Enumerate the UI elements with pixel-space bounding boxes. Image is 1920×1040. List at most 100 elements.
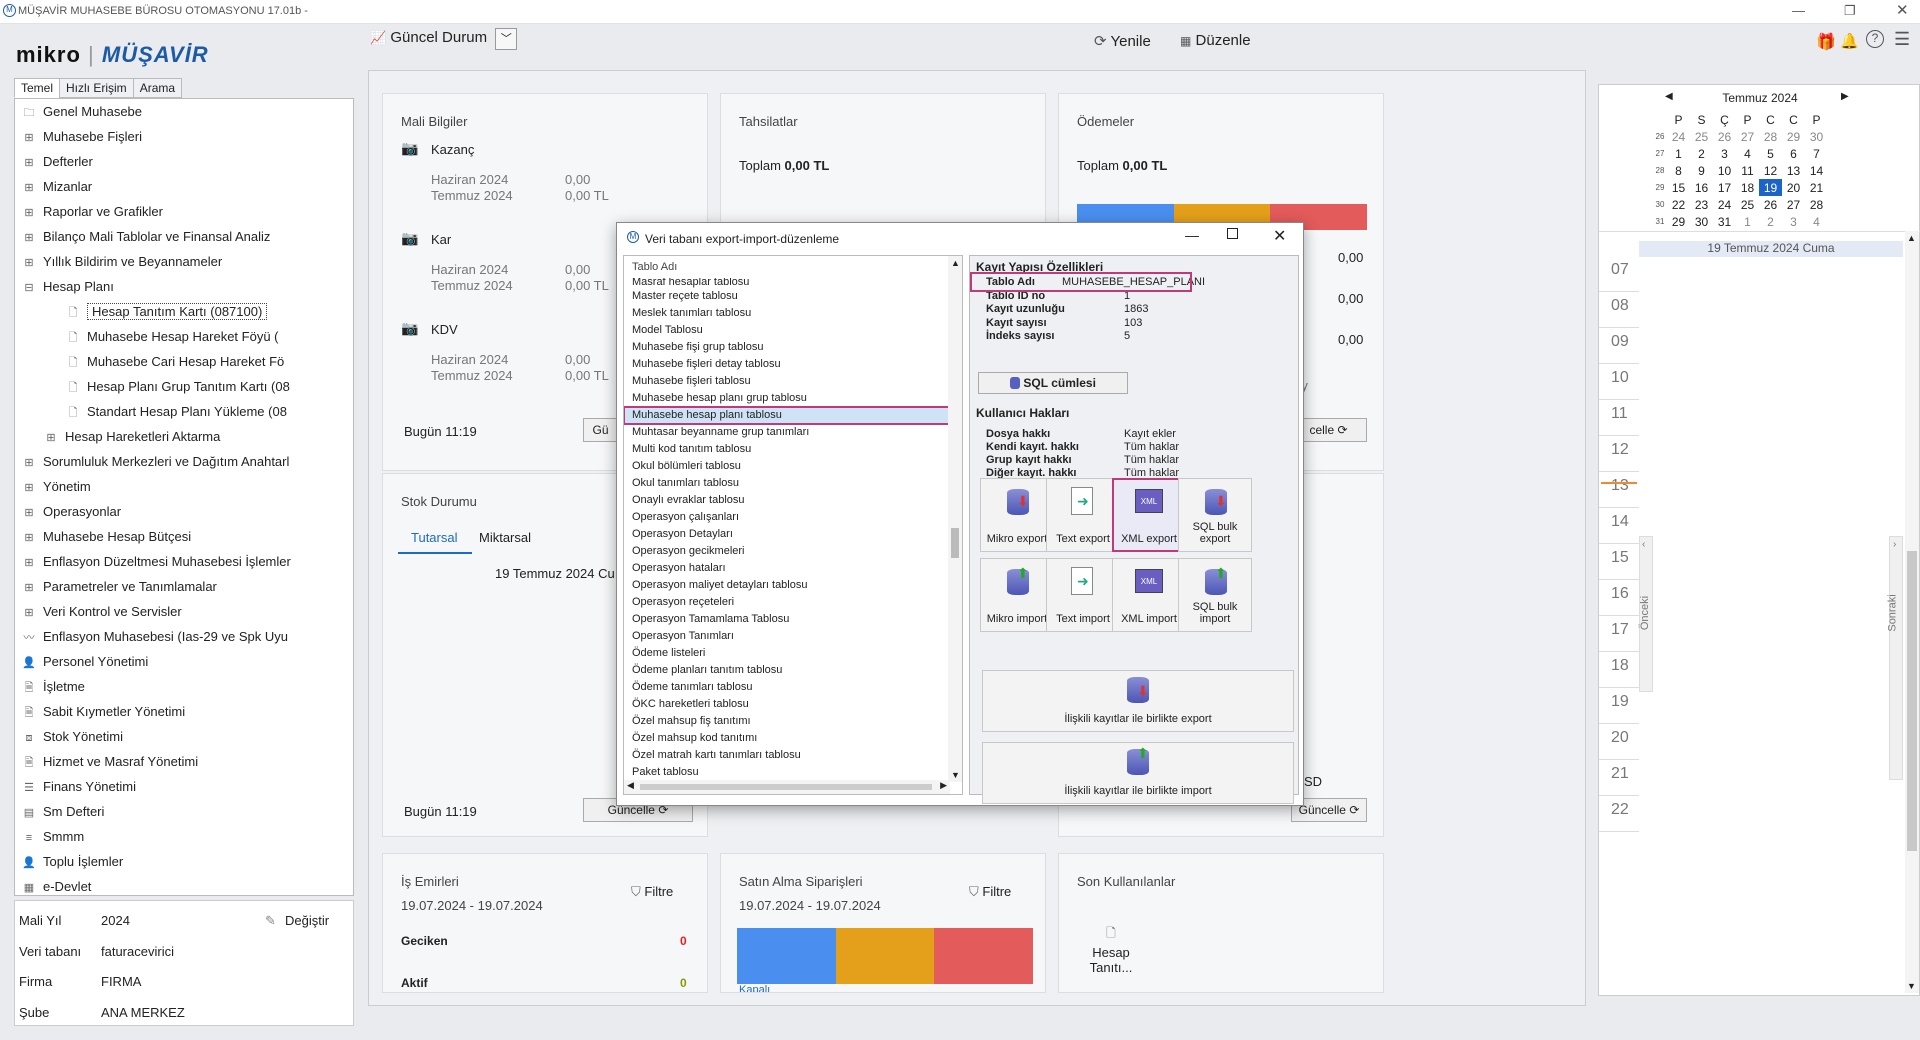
tree-item[interactable]: ☰ Finans Yönetimi	[15, 774, 353, 799]
calendar-day[interactable]: 28	[1805, 196, 1828, 213]
table-list-item[interactable]: Muhtasar beyanname grup tanımları	[624, 424, 962, 441]
minimize-icon[interactable]: —	[1185, 227, 1199, 243]
recent-item[interactable]: 🗋 Hesap Tanıtı...	[1081, 924, 1141, 975]
table-list-item[interactable]: Operasyon hataları	[624, 560, 962, 577]
tree-item[interactable]: 🗎 Hizmet ve Masraf Yönetimi	[15, 749, 353, 774]
tree-item[interactable]: ⧈ Stok Yönetimi	[15, 724, 353, 749]
calendar-day[interactable]: 4	[1736, 145, 1759, 162]
tree-item[interactable]: ⊞ Enflasyon Düzeltmesi Muhasebesi İşlemle…	[15, 549, 353, 574]
tree-item[interactable]: ⊞ Veri Kontrol ve Servisler	[15, 599, 353, 624]
mikro-import-button[interactable]: ⬆ Mikro import	[980, 558, 1054, 632]
tree-item[interactable]: 🗎 Sabit Kıymetler Yönetimi	[15, 699, 353, 724]
table-list-item[interactable]: Multi kod tanıtım tablosu	[624, 441, 962, 458]
tree-item[interactable]: ≡ Smmm	[15, 824, 353, 849]
calendar-day[interactable]: 13	[1782, 162, 1805, 179]
mikro-export-button[interactable]: ⬇ Mikro export	[980, 478, 1054, 552]
close-icon[interactable]: ✕	[1273, 226, 1286, 246]
tree-item[interactable]: ▤ Sm Defteri	[15, 799, 353, 824]
tree-item[interactable]: 🗋 Standart Hesap Planı Yükleme (08	[15, 399, 353, 424]
help-icon[interactable]: ?	[1866, 30, 1884, 48]
table-list-item[interactable]: Model Tablosu	[624, 322, 962, 339]
bell-icon[interactable]: 🔔	[1840, 32, 1859, 50]
tree-item[interactable]: ⊞ Hesap Hareketleri Aktarma	[15, 424, 353, 449]
table-list-item[interactable]: Muhasebe fişi grup tablosu	[624, 339, 962, 356]
tree-item[interactable]: ⊞ Muhasebe Fişleri	[15, 124, 353, 149]
table-list-item[interactable]: Muhasebe hesap planı grup tablosu	[624, 390, 962, 407]
table-list-item[interactable]: Ödeme listeleri	[624, 645, 962, 662]
calendar-day[interactable]: 14	[1805, 162, 1828, 179]
tree-item[interactable]: 👤 Personel Yönetimi	[15, 649, 353, 674]
export-related-button[interactable]: ⬇ İlişkili kayıtlar ile birlikte export	[982, 670, 1294, 732]
table-list-item[interactable]: Muhasebe hesap planı tablosu	[624, 406, 962, 425]
previous-day-tab[interactable]: ‹ Önceki	[1639, 536, 1653, 692]
table-list-item[interactable]: Meslek tanımları tablosu	[624, 305, 962, 322]
tree-item[interactable]: 🗋 Muhasebe Hesap Hareket Föyü (	[15, 324, 353, 349]
table-list-item[interactable]: Paket tablosu	[624, 764, 962, 781]
table-list-item[interactable]: Operasyon reçeteleri	[624, 594, 962, 611]
tree-item[interactable]: 🗋 Hesap Tanıtım Kartı (087100)	[15, 299, 353, 324]
sql-bulk-export-button[interactable]: ⬇ SQL bulk export	[1178, 478, 1252, 552]
tree-item[interactable]: ⊟ Hesap Planı	[15, 274, 353, 299]
tree-item[interactable]: ⊞ Bilanço Mali Tablolar ve Finansal Anali…	[15, 224, 353, 249]
calendar-day[interactable]: 7	[1805, 145, 1828, 162]
calendar-day[interactable]: 10	[1713, 162, 1736, 179]
table-list-item[interactable]: Muhasebe fişleri detay tablosu	[624, 356, 962, 373]
calendar-day[interactable]: 1	[1736, 213, 1759, 230]
table-list-item[interactable]: Master reçete tablosu	[624, 288, 962, 305]
calendar-day[interactable]: 19	[1759, 179, 1782, 196]
table-list-item[interactable]: Özel mahsup fiş tanıtımı	[624, 713, 962, 730]
calendar-day[interactable]: 30	[1805, 128, 1828, 145]
calendar-day[interactable]: 20	[1782, 179, 1805, 196]
table-list-item[interactable]: Operasyon Tanımları	[624, 628, 962, 645]
chevron-down-icon[interactable]: ﹀	[495, 28, 518, 50]
refresh-button[interactable]: ⟳ Yenile	[1094, 32, 1151, 50]
edit-button[interactable]: ▦ Düzenle	[1180, 32, 1256, 49]
text-export-button[interactable]: ➜ Text export	[1046, 478, 1120, 552]
maximize-icon[interactable]	[1227, 228, 1238, 239]
tab-arama[interactable]: Arama	[132, 78, 183, 98]
tree-item[interactable]: ⊞ Parametreler ve Tanımlamalar	[15, 574, 353, 599]
tab-miktarsal[interactable]: Miktarsal	[479, 530, 531, 545]
tree-item[interactable]: ⊞ Sorumluluk Merkezleri ve Dağıtım Anahta…	[15, 449, 353, 474]
table-list-item[interactable]: Okul tanımları tablosu	[624, 475, 962, 492]
menu-icon[interactable]: ☰	[1894, 29, 1910, 50]
calendar-scrollbar[interactable]: ▲ ▼	[1905, 231, 1919, 993]
calendar-day[interactable]: 22	[1667, 196, 1690, 213]
tree-item[interactable]: 〰 Enflasyon Muhasebesi (Ias-29 ve Spk Uyu	[15, 624, 353, 649]
calendar-day[interactable]: 8	[1667, 162, 1690, 179]
table-list-item[interactable]: Muhasebe fişleri tablosu	[624, 373, 962, 390]
restore-icon[interactable]: ❐	[1844, 3, 1856, 19]
close-icon[interactable]: ✕	[1896, 1, 1909, 19]
calendar-day[interactable]: 31	[1713, 213, 1736, 230]
calendar-day[interactable]: 28	[1759, 128, 1782, 145]
calendar-day[interactable]: 29	[1782, 128, 1805, 145]
pencil-icon[interactable]: ✎	[265, 913, 276, 929]
calendar-day[interactable]: 29	[1667, 213, 1690, 230]
table-list-item[interactable]: Operasyon çalışanları	[624, 509, 962, 526]
table-list-item[interactable]: Masraf hesaplar tablosu	[624, 278, 962, 288]
next-day-tab[interactable]: › Sonraki	[1887, 536, 1903, 780]
calendar-day[interactable]: 24	[1667, 128, 1690, 145]
calendar-day[interactable]: 5	[1759, 145, 1782, 162]
table-list-item[interactable]: Operasyon Tamamlama Tablosu	[624, 611, 962, 628]
filter-button[interactable]: ⛉ Filtre	[969, 884, 1011, 900]
calendar-day[interactable]: 2	[1690, 145, 1713, 162]
calendar-day[interactable]: 4	[1805, 213, 1828, 230]
tree-item[interactable]: ⊞ Mizanlar	[15, 174, 353, 199]
calendar-day[interactable]: 25	[1736, 196, 1759, 213]
tree-item[interactable]: 🗋 Hesap Planı Grup Tanıtım Kartı (08	[15, 374, 353, 399]
table-list-item[interactable]: Operasyon maliyet detayları tablosu	[624, 577, 962, 594]
table-list-item[interactable]: Özel matrah kartı tanımları tablosu	[624, 747, 962, 764]
calendar-day[interactable]: 25	[1690, 128, 1713, 145]
minimize-icon[interactable]: —	[1792, 3, 1805, 18]
table-list-item[interactable]: Ödeme planları tanıtım tablosu	[624, 662, 962, 679]
calendar-day[interactable]: 12	[1759, 162, 1782, 179]
table-list-item[interactable]: ÖKC hareketleri tablosu	[624, 696, 962, 713]
filter-button[interactable]: ⛉ Filtre	[631, 884, 673, 900]
calendar-day[interactable]: 1	[1667, 145, 1690, 162]
list-hscrollbar[interactable]: ◀ ▶	[624, 780, 950, 794]
calendar-day[interactable]: 9	[1690, 162, 1713, 179]
table-list-item[interactable]: Okul bölümleri tablosu	[624, 458, 962, 475]
view-selector[interactable]: 📈 Güncel Durum ﹀	[370, 28, 518, 50]
calendar-day[interactable]: 17	[1713, 179, 1736, 196]
